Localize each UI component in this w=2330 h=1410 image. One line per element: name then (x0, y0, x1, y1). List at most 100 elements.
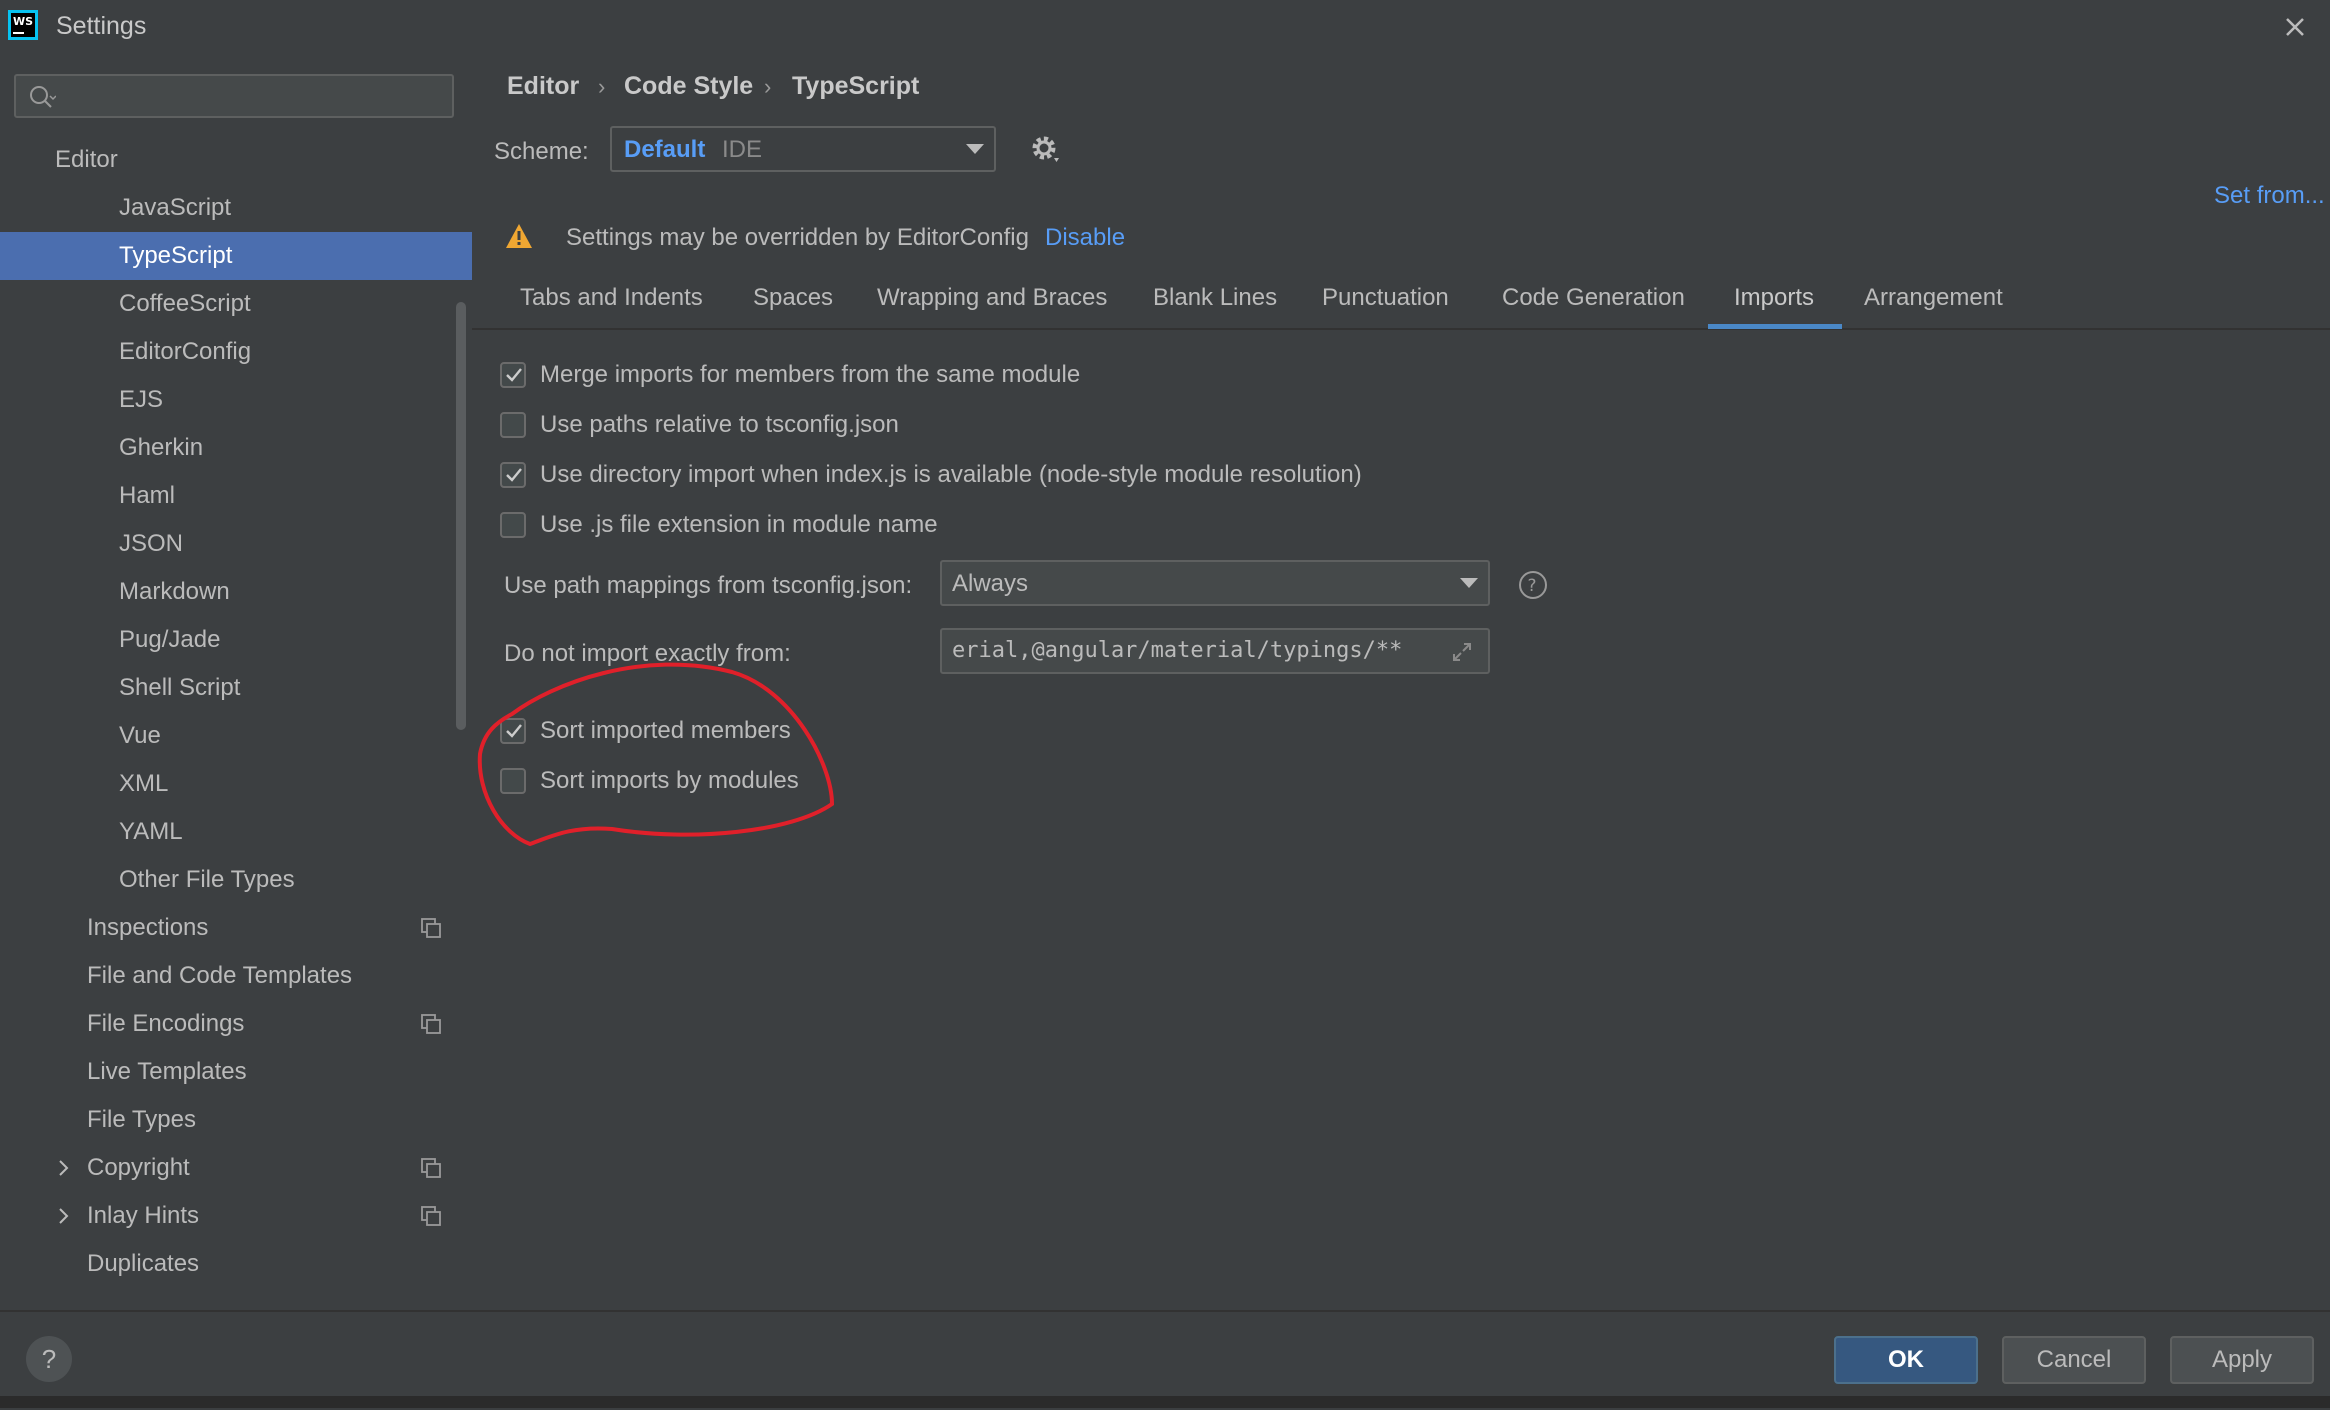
tab-code-generation[interactable]: Code Generation (1502, 284, 1685, 326)
sidebar-item[interactable]: TypeScript (0, 232, 472, 280)
checkbox[interactable] (500, 462, 526, 488)
sidebar-item[interactable]: Shell Script (0, 664, 472, 712)
tab-blank-lines[interactable]: Blank Lines (1153, 284, 1277, 326)
red-annotation-circle (477, 662, 835, 847)
search-input[interactable] (14, 74, 454, 118)
do-not-import-field[interactable]: erial,@angular/material/typings/** (940, 628, 1490, 674)
checkbox[interactable] (500, 412, 526, 438)
chevron-right-icon[interactable] (56, 1205, 72, 1227)
svg-text:WS: WS (13, 15, 33, 28)
chevron-down-icon (966, 144, 984, 154)
sidebar-item[interactable]: Gherkin (0, 424, 472, 472)
sidebar-item[interactable]: JSON (0, 520, 472, 568)
sidebar-item-label: JavaScript (119, 194, 232, 221)
sidebar-item[interactable]: JavaScript (0, 184, 472, 232)
sidebar-group-label: File Encodings (87, 1010, 245, 1037)
sidebar-item[interactable]: EditorConfig (0, 328, 472, 376)
apply-button[interactable]: Apply (2170, 1336, 2314, 1384)
sidebar-item-label: Pug/Jade (119, 626, 221, 653)
sidebar-item[interactable]: Pug/Jade (0, 616, 472, 664)
sidebar-group-label: Copyright (87, 1154, 190, 1181)
close-icon[interactable] (2278, 10, 2312, 44)
tab-imports[interactable]: Imports (1734, 284, 1814, 326)
checkbox[interactable] (500, 512, 526, 538)
sidebar-item[interactable]: XML (0, 760, 472, 808)
sidebar-item-label: Vue (119, 722, 161, 749)
checkbox-label: Use directory import when index.js is av… (540, 461, 1362, 488)
active-tab-indicator (1708, 324, 1842, 329)
sidebar-item-label: Markdown (119, 578, 230, 605)
copy-icon (421, 1206, 441, 1226)
sidebar-group-item[interactable]: Inlay Hints (0, 1192, 472, 1240)
tab-spaces[interactable]: Spaces (753, 284, 833, 326)
window-title: Settings (56, 12, 147, 40)
help-button[interactable]: ? (26, 1336, 72, 1382)
path-mappings-dropdown[interactable]: Always (940, 560, 1490, 606)
sidebar-group-item[interactable]: Copyright (0, 1144, 472, 1192)
copy-icon (421, 1014, 441, 1034)
sidebar-group-item[interactable]: Inspections (0, 904, 472, 952)
gear-icon[interactable] (1028, 132, 1064, 168)
path-mappings-value: Always (952, 570, 1029, 597)
expand-icon[interactable] (1450, 640, 1474, 664)
sidebar-item-label: Gherkin (119, 434, 204, 461)
sidebar-item[interactable]: Haml (0, 472, 472, 520)
sidebar-item[interactable]: EJS (0, 376, 472, 424)
cancel-button[interactable]: Cancel (2002, 1336, 2146, 1384)
sidebar-group-item[interactable]: Live Templates (0, 1048, 472, 1096)
sidebar-group-label: File Types (87, 1106, 196, 1133)
sidebar-item-label: YAML (119, 818, 183, 845)
warning-icon (506, 224, 532, 248)
breadcrumb-editor[interactable]: Editor (507, 72, 579, 101)
sidebar-group-label: File and Code Templates (87, 962, 353, 989)
sidebar-item-label: Shell Script (119, 674, 241, 701)
sidebar-group-label: Inspections (87, 914, 209, 941)
sidebar-item[interactable]: CoffeeScript (0, 280, 472, 328)
checkbox[interactable] (500, 362, 526, 388)
breadcrumb-separator-icon: › (598, 74, 606, 99)
editorconfig-warning-text: Settings may be overridden by EditorConf… (566, 224, 1029, 251)
sidebar-group-item[interactable]: File Types (0, 1096, 472, 1144)
checkbox-label: Use .js file extension in module name (540, 511, 938, 538)
settings-sidebar: Editor JavaScript TypeScript CoffeeScript E… (0, 54, 472, 1310)
sidebar-item[interactable]: YAML (0, 808, 472, 856)
sidebar-item-label: EditorConfig (119, 338, 252, 365)
sidebar-section-editor[interactable]: Editor (0, 136, 472, 184)
sidebar-group-item[interactable]: File Encodings (0, 1000, 472, 1048)
sidebar-group-label: Duplicates (87, 1250, 200, 1277)
help-icon[interactable]: ? (1518, 570, 1548, 600)
disable-editorconfig-link[interactable]: Disable (1045, 224, 1125, 252)
sidebar-section-label: Editor (55, 146, 118, 173)
path-mappings-label: Use path mappings from tsconfig.json: (504, 572, 913, 599)
tab-punctuation[interactable]: Punctuation (1322, 284, 1449, 326)
tab-arrangement[interactable]: Arrangement (1864, 284, 2003, 326)
sidebar-item[interactable]: Vue (0, 712, 472, 760)
webstorm-logo-icon: WS (8, 10, 38, 40)
sidebar-item-label: TypeScript (119, 242, 233, 269)
tab-wrapping-and-braces[interactable]: Wrapping and Braces (877, 284, 1107, 326)
breadcrumb-typescript: TypeScript (792, 72, 920, 100)
set-from-link[interactable]: Set from... (2214, 182, 2325, 210)
sidebar-group-label: Live Templates (87, 1058, 247, 1085)
sidebar-item-label: JSON (119, 530, 184, 557)
svg-text:?: ? (1528, 576, 1537, 596)
tab-tabs-and-indents[interactable]: Tabs and Indents (520, 284, 703, 326)
sidebar-group-item[interactable]: Duplicates (0, 1240, 472, 1288)
dialog-footer: ? OK Cancel Apply (0, 1310, 2330, 1410)
help-button-label: ? (41, 1344, 57, 1374)
breadcrumb-code-style[interactable]: Code Style (624, 72, 753, 101)
sidebar-item-label: Haml (119, 482, 176, 509)
search-icon (30, 86, 56, 108)
checkbox-label: Merge imports for members from the same … (540, 361, 1081, 388)
chevron-down-icon (1460, 578, 1478, 588)
scheme-label: Scheme: (494, 138, 589, 165)
sidebar-group-item[interactable]: File and Code Templates (0, 952, 472, 1000)
ok-button[interactable]: OK (1834, 1336, 1978, 1384)
sidebar-group-label: Inlay Hints (87, 1202, 200, 1229)
sidebar-item-label: CoffeeScript (119, 290, 251, 317)
sidebar-item[interactable]: Markdown (0, 568, 472, 616)
sidebar-item[interactable]: Other File Types (0, 856, 472, 904)
chevron-right-icon[interactable] (56, 1157, 72, 1179)
copy-icon (421, 1158, 441, 1178)
scheme-dropdown[interactable]: Default IDE (610, 126, 996, 172)
